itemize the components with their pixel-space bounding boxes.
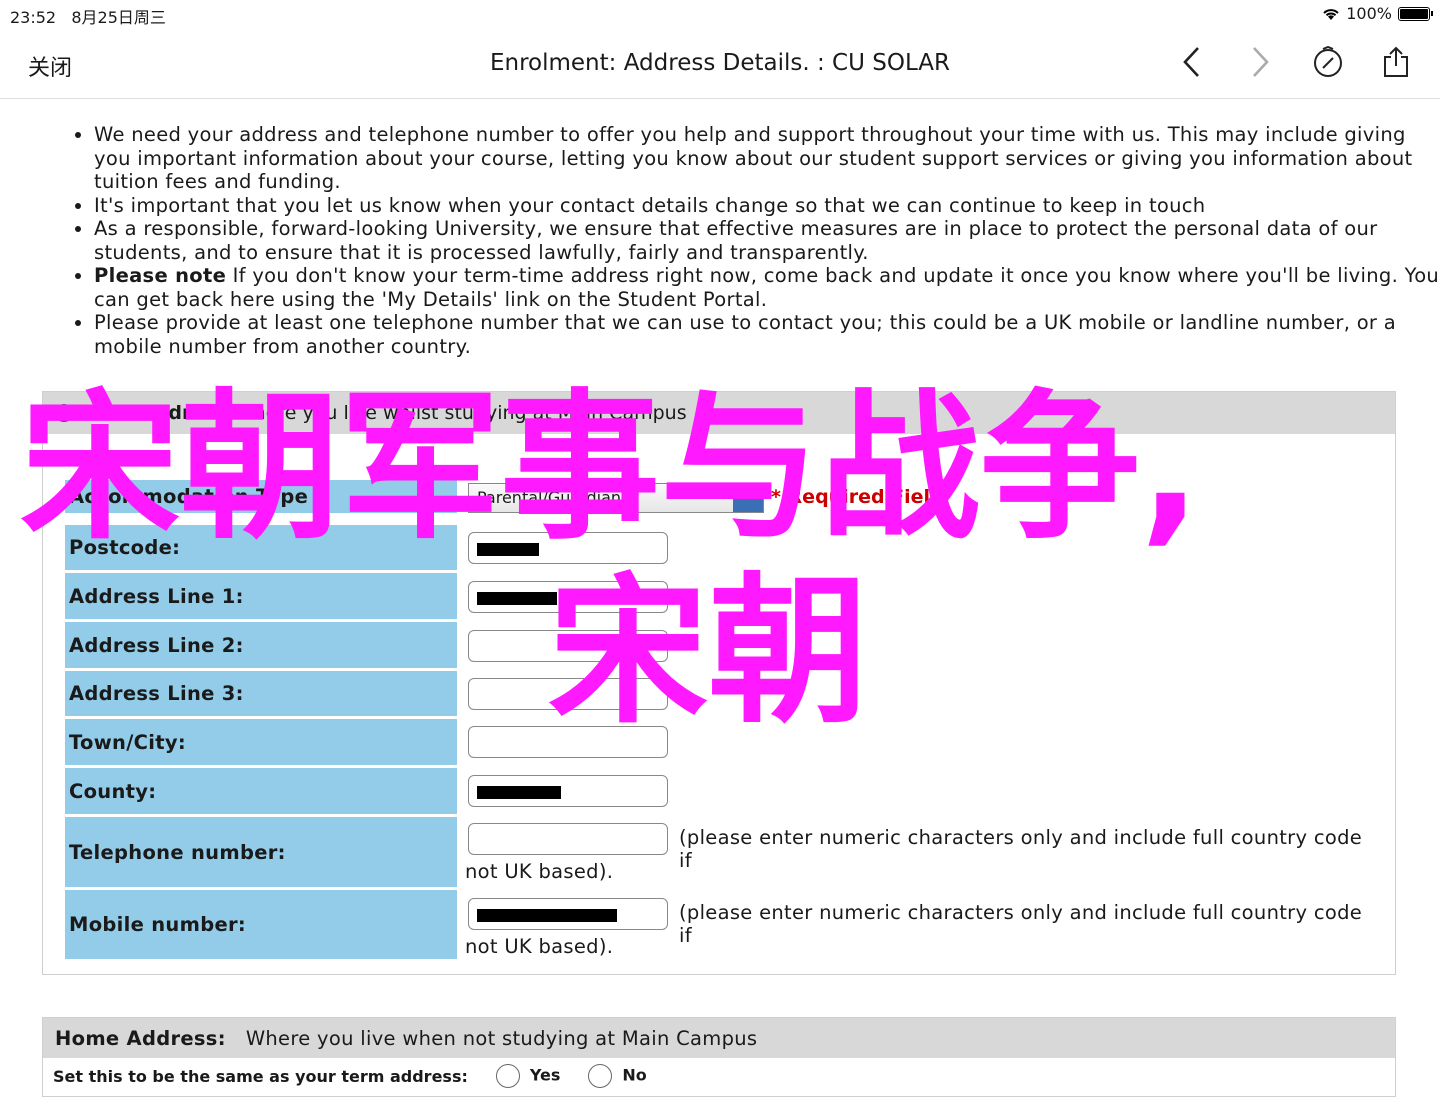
county-label: County:	[65, 768, 457, 817]
mobile-hint: (please enter numeric characters only an…	[679, 901, 1363, 947]
term-address-header: i Term Address Where you live whilst stu…	[43, 392, 1395, 434]
term-address-panel: i Term Address Where you live whilst stu…	[42, 391, 1396, 975]
postcode-input[interactable]	[468, 532, 668, 564]
address-line2-input[interactable]	[468, 630, 668, 662]
info-item: Please note If you don't know your term-…	[94, 264, 1440, 311]
county-input[interactable]	[468, 775, 668, 807]
chevron-down-icon	[733, 484, 763, 512]
please-note-label: Please note	[94, 264, 227, 287]
status-time-date: 23:52 8月25日周三	[10, 4, 166, 28]
status-time: 23:52	[10, 8, 57, 27]
redacted-value	[477, 909, 617, 922]
term-address-subtitle: Where you live whilst studying at Main C…	[234, 402, 687, 424]
safari-button[interactable]	[1310, 44, 1346, 80]
battery-percent: 100%	[1346, 4, 1392, 23]
share-button[interactable]	[1378, 44, 1414, 80]
home-address-header: Home Address: Where you live when not st…	[43, 1018, 1395, 1058]
accommodation-label: Accommodation Type	[65, 480, 457, 516]
nav-icons	[1174, 44, 1414, 80]
home-address-title: Home Address:	[55, 1026, 226, 1050]
address-line3-input[interactable]	[468, 678, 668, 710]
info-item: We need your address and telephone numbe…	[94, 123, 1440, 194]
share-icon	[1384, 46, 1408, 77]
mobile-label: Mobile number:	[65, 890, 457, 962]
browser-nav-bar: 关闭 Enrolment: Address Details. : CU SOLA…	[0, 28, 1440, 99]
redacted-value	[477, 543, 539, 556]
telephone-hint: (please enter numeric characters only an…	[679, 826, 1363, 872]
please-note-text: If you don't know your term-time address…	[94, 264, 1440, 311]
home-address-subtitle: Where you live when not studying at Main…	[245, 1026, 758, 1050]
same-as-term-row: Set this to be the same as your term add…	[53, 1064, 647, 1088]
battery-icon	[1398, 6, 1433, 21]
status-right: 100%	[1322, 4, 1433, 23]
no-option[interactable]: No	[588, 1064, 647, 1088]
back-button[interactable]	[1174, 44, 1210, 80]
yes-option[interactable]: Yes	[495, 1064, 561, 1088]
compass-icon	[1314, 46, 1342, 77]
accommodation-select[interactable]: Parental/Guardian	[468, 483, 764, 513]
no-label: No	[622, 1065, 647, 1085]
town-input[interactable]	[468, 726, 668, 758]
address-line2-label: Address Line 2:	[65, 622, 457, 671]
status-date: 8月25日周三	[71, 8, 166, 27]
info-item: As a responsible, forward-looking Univer…	[94, 217, 1440, 264]
forward-button[interactable]	[1242, 44, 1278, 80]
required-field-note: * Required Field	[771, 486, 944, 508]
telephone-label: Telephone number:	[65, 817, 457, 890]
telephone-input[interactable]	[468, 823, 668, 855]
redacted-value	[477, 786, 561, 799]
radio-no[interactable]	[588, 1064, 613, 1088]
info-list: We need your address and telephone numbe…	[48, 123, 1440, 358]
mobile-input[interactable]	[468, 898, 668, 930]
status-bar: 23:52 8月25日周三 100%	[0, 0, 1440, 28]
yes-label: Yes	[529, 1065, 561, 1085]
telephone-hint-cont: not UK based).	[465, 860, 614, 883]
accommodation-value: Parental/Guardian	[477, 488, 622, 507]
term-address-title: Term Address	[81, 402, 227, 424]
address-line1-label: Address Line 1:	[65, 573, 457, 622]
info-item: It's important that you let us know when…	[94, 194, 1440, 218]
chevron-right-icon	[1253, 47, 1269, 77]
mobile-hint-cont: not UK based).	[465, 935, 614, 958]
page-content: We need your address and telephone numbe…	[0, 99, 1440, 1097]
address-line3-label: Address Line 3:	[65, 671, 457, 719]
chevron-left-icon	[1183, 47, 1199, 77]
info-icon: i	[55, 404, 73, 422]
home-address-panel: Home Address: Where you live when not st…	[42, 1017, 1396, 1097]
address-line1-input[interactable]	[468, 581, 668, 613]
town-label: Town/City:	[65, 719, 457, 768]
same-as-term-label: Set this to be the same as your term add…	[53, 1066, 468, 1086]
radio-yes[interactable]	[495, 1064, 520, 1088]
postcode-label: Postcode:	[65, 525, 457, 573]
wifi-icon	[1323, 8, 1339, 20]
info-item: Please provide at least one telephone nu…	[94, 311, 1440, 358]
redacted-value	[477, 592, 557, 605]
